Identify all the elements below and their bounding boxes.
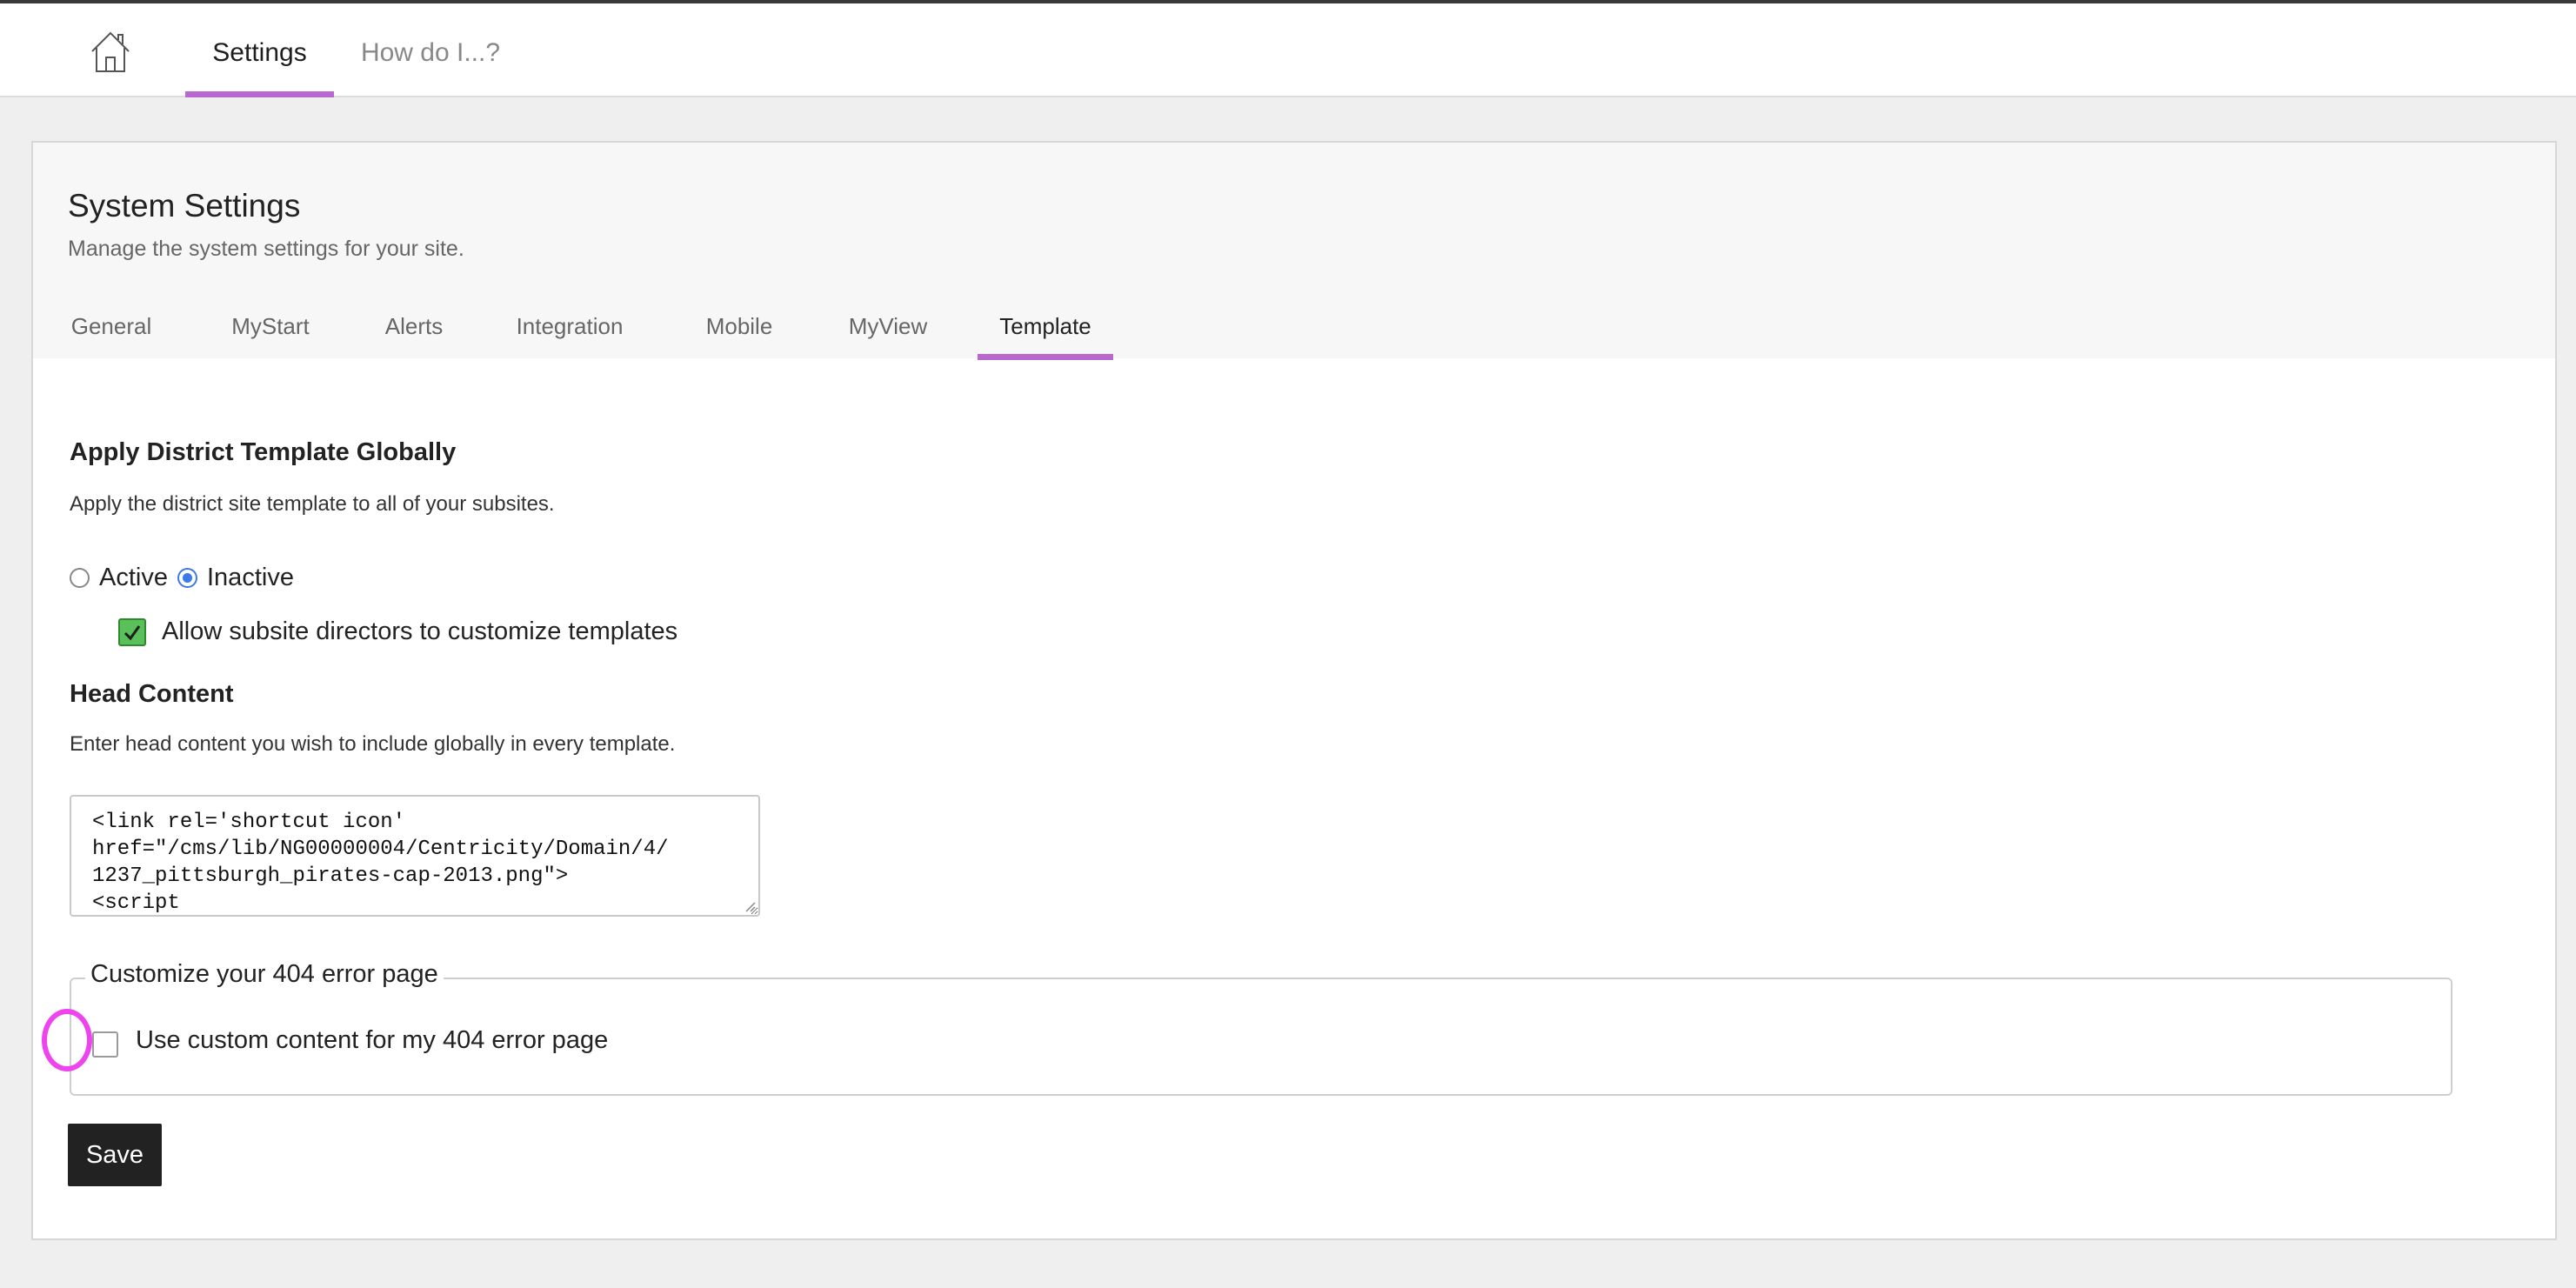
top-navigation-bar: Settings How do I...? [0,3,2576,97]
tab-myview[interactable]: MyView [840,304,936,357]
error-page-legend: Customize your 404 error page [85,960,444,989]
custom-404-label[interactable]: Use custom content for my 404 error page [136,1026,608,1055]
tab-mobile[interactable]: Mobile [696,304,783,357]
radio-active-label[interactable]: Active [99,564,168,592]
allow-customize-checkbox[interactable] [118,618,146,646]
allow-customize-label[interactable]: Allow subsite directors to customize tem… [162,617,677,646]
apply-template-description: Apply the district site template to all … [70,492,555,516]
head-content-textarea[interactable]: <link rel='shortcut icon' href="/cms/lib… [70,795,760,917]
tab-mystart[interactable]: MyStart [221,304,320,357]
home-icon[interactable] [87,28,134,75]
settings-card: System Settings Manage the system settin… [31,141,2557,1240]
head-content-description: Enter head content you wish to include g… [70,732,676,756]
top-tab-how-do-i[interactable]: How do I...? [348,3,513,96]
save-button[interactable]: Save [68,1124,162,1186]
settings-card-header: System Settings Manage the system settin… [33,143,2555,360]
resize-grip-icon[interactable] [743,899,757,913]
page-title: System Settings [68,188,301,224]
tab-template[interactable]: Template [978,304,1113,360]
custom-404-checkbox[interactable] [92,1031,118,1058]
tab-integration[interactable]: Integration [508,304,631,357]
error-page-fieldset: Customize your 404 error page Use custom… [70,960,2453,1096]
radio-inactive-label[interactable]: Inactive [207,564,294,592]
head-content-heading: Head Content [70,680,234,708]
radio-inactive[interactable] [177,568,197,588]
apply-template-heading: Apply District Template Globally [70,438,457,466]
check-icon [123,625,141,641]
top-tab-settings[interactable]: Settings [185,3,334,97]
tab-alerts[interactable]: Alerts [376,304,452,357]
tab-general[interactable]: General [68,304,155,357]
radio-active[interactable] [70,568,90,588]
page-subtitle: Manage the system settings for your site… [68,237,464,261]
